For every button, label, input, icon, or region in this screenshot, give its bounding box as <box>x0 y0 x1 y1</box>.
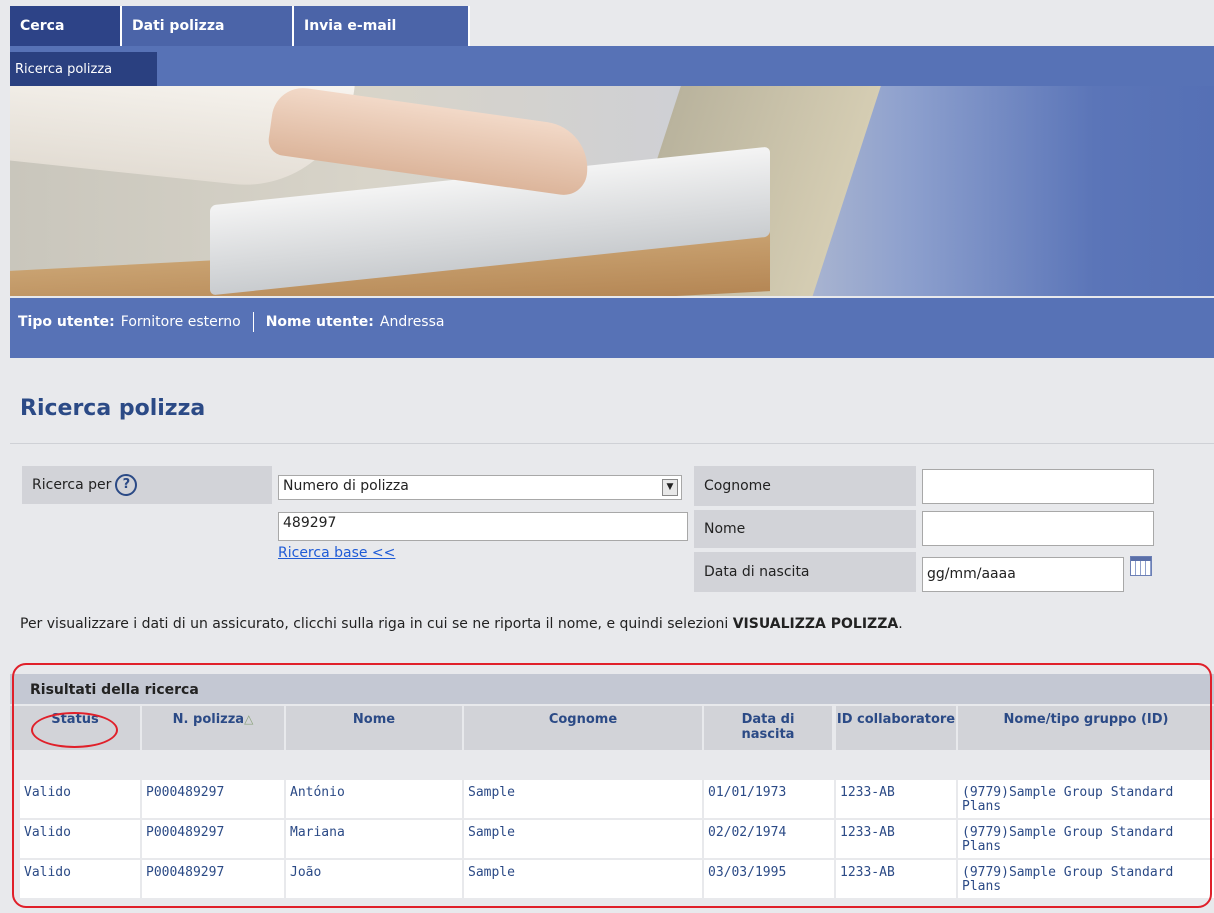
cell-n-polizza: P000489297 <box>142 820 284 858</box>
nome-label: Nome <box>704 521 746 537</box>
col-header-n-polizza-label: N. polizza <box>172 712 245 727</box>
col-header-status[interactable]: Status <box>10 706 140 750</box>
instruction-main: Per visualizzare i dati di un assicurato… <box>20 616 733 632</box>
banner-image <box>10 86 1214 296</box>
nome-cell: Nome <box>694 510 916 548</box>
cell-data-nascita: 03/03/1995 <box>704 860 834 898</box>
cognome-input[interactable] <box>922 469 1154 504</box>
cell-data-nascita: 01/01/1973 <box>704 780 834 818</box>
user-info-bar: Tipo utente: Fornitore esterno Nome uten… <box>10 298 1214 358</box>
results-title: Risultati della ricerca <box>10 674 1214 704</box>
cell-n-polizza: P000489297 <box>142 860 284 898</box>
col-header-cognome[interactable]: Cognome <box>464 706 702 750</box>
ricerca-per-label: Ricerca per <box>32 477 112 493</box>
select-value: Numero di polizza <box>283 478 409 494</box>
data-nascita-cell: Data di nascita <box>694 552 916 592</box>
policy-number-input[interactable]: 489297 <box>278 512 688 541</box>
data-nascita-label: Data di nascita <box>704 564 810 580</box>
cognome-label: Cognome <box>704 478 771 494</box>
banner-hand <box>266 86 594 198</box>
help-icon[interactable]: ? <box>115 474 138 496</box>
tipo-utente-label: Tipo utente: <box>18 314 115 330</box>
ricerca-per-select[interactable]: Numero di polizza ▼ <box>278 475 682 500</box>
col-header-n-polizza[interactable]: N. polizza△ <box>142 706 284 750</box>
data-nascita-input[interactable]: gg/mm/aaaa <box>922 557 1124 592</box>
ricerca-per-cell: Ricerca per ? <box>22 466 272 504</box>
cell-id-collaboratore: 1233-AB <box>836 820 956 858</box>
tab-cerca[interactable]: Cerca <box>10 6 122 46</box>
cell-status: Valido <box>20 860 140 898</box>
instruction-text: Per visualizzare i dati di un assicurato… <box>20 616 903 632</box>
cognome-cell: Cognome <box>694 466 916 506</box>
data-nascita-value: gg/mm/aaaa <box>927 566 1016 582</box>
col-header-data-nascita[interactable]: Data di nascita <box>704 706 832 750</box>
chevron-down-icon[interactable]: ▼ <box>662 479 678 496</box>
tab-dati-polizza[interactable]: Dati polizza <box>122 6 294 46</box>
cell-gruppo: (9779)Sample Group Standard Plans <box>958 860 1214 898</box>
calendar-icon[interactable] <box>1130 556 1152 576</box>
cell-cognome: Sample <box>464 820 702 858</box>
policy-number-value: 489297 <box>283 515 337 531</box>
cell-cognome: Sample <box>464 780 702 818</box>
ricerca-base-link[interactable]: Ricerca base << <box>278 545 395 561</box>
nome-utente-value: Andressa <box>379 314 445 330</box>
instruction-bold: VISUALIZZA POLIZZA <box>732 616 899 632</box>
col-header-nome[interactable]: Nome <box>286 706 462 750</box>
cell-gruppo: (9779)Sample Group Standard Plans <box>958 780 1214 818</box>
cell-id-collaboratore: 1233-AB <box>836 780 956 818</box>
subtab-ricerca-polizza[interactable]: Ricerca polizza <box>10 52 157 86</box>
cell-status: Valido <box>20 820 140 858</box>
cell-cognome: Sample <box>464 860 702 898</box>
cell-nome: António <box>286 780 462 818</box>
col-header-id-collaboratore[interactable]: ID collaboratore <box>836 706 956 750</box>
page-title: Ricerca polizza <box>20 396 206 421</box>
cell-id-collaboratore: 1233-AB <box>836 860 956 898</box>
results-panel: Risultati della ricerca Status N. polizz… <box>10 674 1214 910</box>
sort-ascending-icon: △ <box>244 712 254 726</box>
cell-n-polizza: P000489297 <box>142 780 284 818</box>
cell-nome: João <box>286 860 462 898</box>
cell-gruppo: (9779)Sample Group Standard Plans <box>958 820 1214 858</box>
cell-nome: Mariana <box>286 820 462 858</box>
nome-utente-label: Nome utente: <box>265 314 374 330</box>
col-header-gruppo[interactable]: Nome/tipo gruppo (ID) <box>958 706 1214 750</box>
top-tabs: Cerca Dati polizza Invia e-mail <box>10 6 470 46</box>
subnav-bar: Ricerca polizza <box>10 46 1214 86</box>
instruction-end: . <box>898 616 903 632</box>
userbar-separator <box>252 312 254 332</box>
tipo-utente-value: Fornitore esterno <box>120 314 241 330</box>
cell-data-nascita: 02/02/1974 <box>704 820 834 858</box>
cell-status: Valido <box>20 780 140 818</box>
nome-input[interactable] <box>922 511 1154 546</box>
tab-invia-email[interactable]: Invia e-mail <box>294 6 470 46</box>
divider <box>10 443 1214 444</box>
